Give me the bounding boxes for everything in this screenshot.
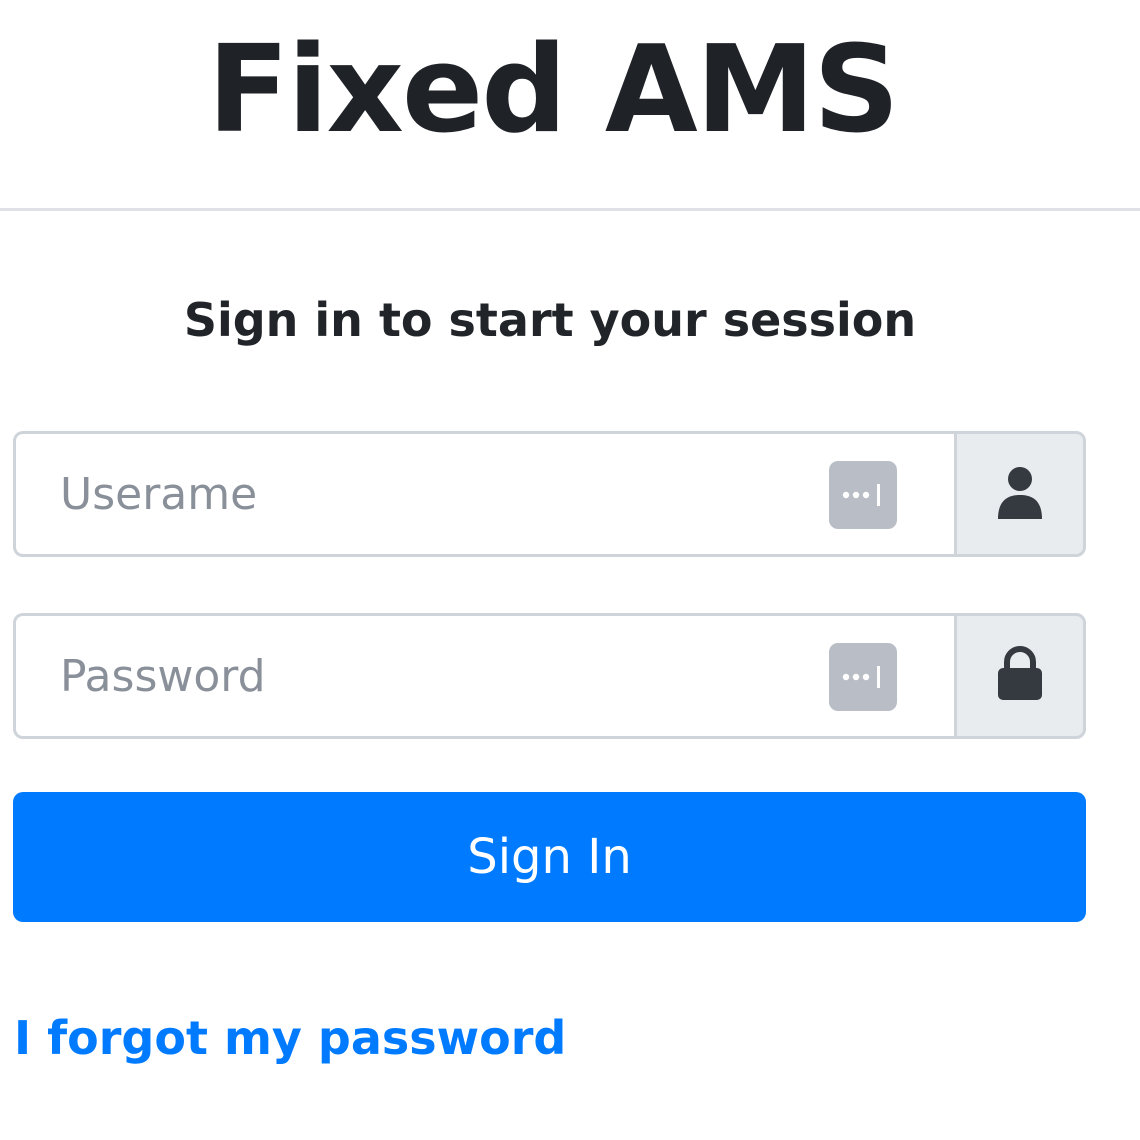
lock-icon: [995, 646, 1045, 706]
forgot-password-link[interactable]: I forgot my password: [14, 1008, 566, 1068]
sign-in-button[interactable]: Sign In: [13, 792, 1086, 922]
login-page: Fixed AMS Sign in to start your session: [0, 0, 1140, 1140]
password-input-group: [13, 613, 1086, 739]
password-field-wrapper: [13, 613, 954, 739]
username-input[interactable]: [16, 434, 954, 554]
app-title: Fixed AMS: [207, 21, 899, 160]
username-field-wrapper: [13, 431, 954, 557]
password-addon: [954, 613, 1086, 739]
username-addon: [954, 431, 1086, 557]
login-box-message: Sign in to start your session: [183, 293, 917, 347]
password-manager-icon[interactable]: [829, 643, 897, 711]
login-logo: Fixed AMS: [0, 0, 1140, 211]
username-input-group: [13, 431, 1086, 557]
user-icon: [995, 465, 1045, 523]
password-manager-icon[interactable]: [829, 461, 897, 529]
password-input[interactable]: [16, 616, 954, 736]
